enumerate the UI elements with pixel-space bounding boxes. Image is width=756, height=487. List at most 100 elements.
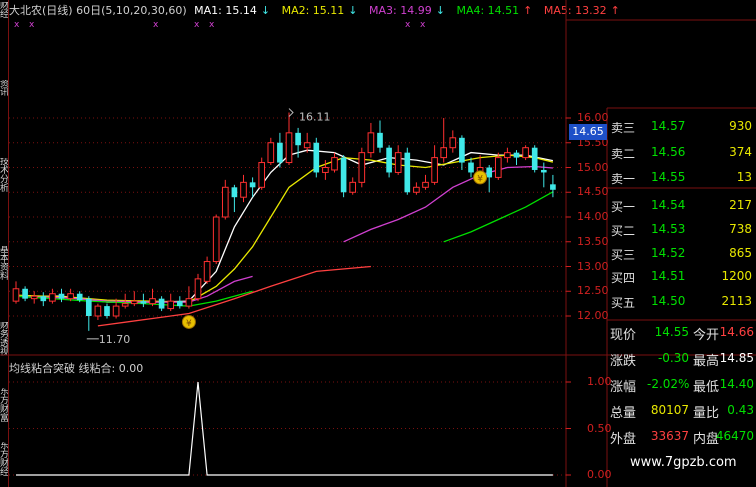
high-price-label: 16.11 [299, 111, 331, 124]
bid-label: 买四 [611, 271, 636, 285]
candle-body [149, 298, 156, 305]
candle-body [322, 167, 329, 173]
candle [58, 288, 65, 303]
bid-price: 14.53 [651, 222, 686, 236]
candle [194, 273, 202, 302]
candle [404, 147, 411, 195]
candle [377, 120, 383, 153]
watermark: www.7gpzb.com [630, 455, 737, 470]
stat-label: 涨幅 [610, 380, 637, 395]
candle [221, 179, 229, 220]
ma-line-ma4b [443, 191, 554, 243]
candle-body [112, 305, 120, 317]
candle [449, 130, 457, 153]
stat-value: 14.55 [654, 325, 689, 339]
price-axis-label: 12.50 [577, 284, 609, 298]
candle-body [494, 157, 502, 178]
candle-body [158, 298, 165, 309]
candle-body [386, 147, 392, 173]
candle-body [413, 186, 420, 193]
candle-body [30, 295, 38, 300]
ask-row: 卖二 14.56 374 [607, 142, 756, 163]
candle-body [468, 162, 474, 173]
candle [49, 288, 56, 304]
bid-volume: 2113 [721, 294, 752, 308]
candle [422, 174, 429, 190]
candle [513, 150, 520, 166]
bid-label: 买二 [611, 224, 636, 238]
candle-body [340, 157, 347, 193]
stat-value: 33637 [650, 429, 689, 443]
candle-body [140, 301, 147, 304]
ask-price: 14.56 [651, 145, 686, 159]
candle-body [258, 162, 266, 188]
bid-volume: 738 [729, 222, 752, 236]
candle [258, 157, 266, 190]
candle-body [85, 298, 92, 316]
candle-body [22, 288, 28, 299]
candle [12, 281, 20, 304]
ask-label: 卖三 [611, 121, 636, 135]
candlesticks [12, 112, 556, 331]
candle-body [358, 152, 366, 183]
stat-label: 现价 [610, 328, 637, 343]
candle-body [104, 306, 110, 316]
candle-body [377, 132, 383, 148]
ask-price: 14.55 [651, 170, 686, 184]
ask-row: 卖三 14.57 930 [607, 116, 756, 137]
candle [277, 132, 283, 168]
stat-value: 46470 [715, 429, 754, 443]
bid-label: 买三 [611, 248, 636, 262]
stat-value: 0.43 [727, 403, 754, 417]
candle-body [540, 169, 547, 173]
candle [313, 137, 320, 178]
candle-body [58, 293, 65, 299]
candle-body [303, 142, 311, 149]
candle [267, 137, 275, 166]
ask-volume: 930 [729, 119, 752, 133]
stat-value: -2.02% [647, 377, 690, 391]
candle-body [121, 303, 129, 307]
candle-body [231, 187, 238, 198]
bid-row: 买二 14.53 738 [607, 219, 756, 240]
high-marker [288, 108, 294, 117]
stat-label: 今开 [693, 328, 720, 343]
indicator-line [16, 381, 553, 476]
bid-row: 买五 14.50 2113 [607, 291, 756, 312]
candle [386, 145, 392, 178]
price-axis-label: 12.00 [577, 309, 609, 322]
coin-glyph: ¥ [186, 319, 192, 329]
candle-body [331, 157, 338, 171]
candle-body [267, 142, 275, 164]
candle [459, 135, 465, 170]
low-price-label: 11.70 [99, 333, 131, 346]
candle-body [176, 301, 183, 307]
candle-body [449, 137, 457, 149]
candle [550, 174, 556, 198]
candle [185, 286, 193, 309]
candle [167, 293, 175, 312]
candle [176, 296, 183, 309]
candle [212, 214, 220, 265]
ask-row: 卖一 14.55 13 [607, 167, 756, 188]
stat-label: 外盘 [610, 432, 637, 447]
bid-volume: 865 [729, 246, 752, 260]
candle-body [440, 147, 448, 159]
candle-body [431, 157, 438, 183]
candle-body [130, 300, 138, 305]
candle [522, 145, 529, 161]
stat-value: 14.85 [719, 351, 754, 365]
stat-label: 最高 [693, 354, 720, 369]
stat-label: 最低 [693, 380, 720, 395]
candle-body [67, 293, 74, 300]
candle [349, 177, 357, 195]
bid-price: 14.51 [651, 269, 686, 283]
candle-body [486, 167, 493, 178]
candle-body [422, 181, 429, 188]
candle-body [367, 132, 375, 154]
bid-price: 14.54 [651, 198, 686, 212]
price-axis-label: 15.00 [577, 160, 609, 174]
ask-volume: 374 [729, 145, 752, 159]
stat-row: 总量 80107 量比 0.43 [607, 400, 756, 421]
candle-body [531, 147, 538, 170]
